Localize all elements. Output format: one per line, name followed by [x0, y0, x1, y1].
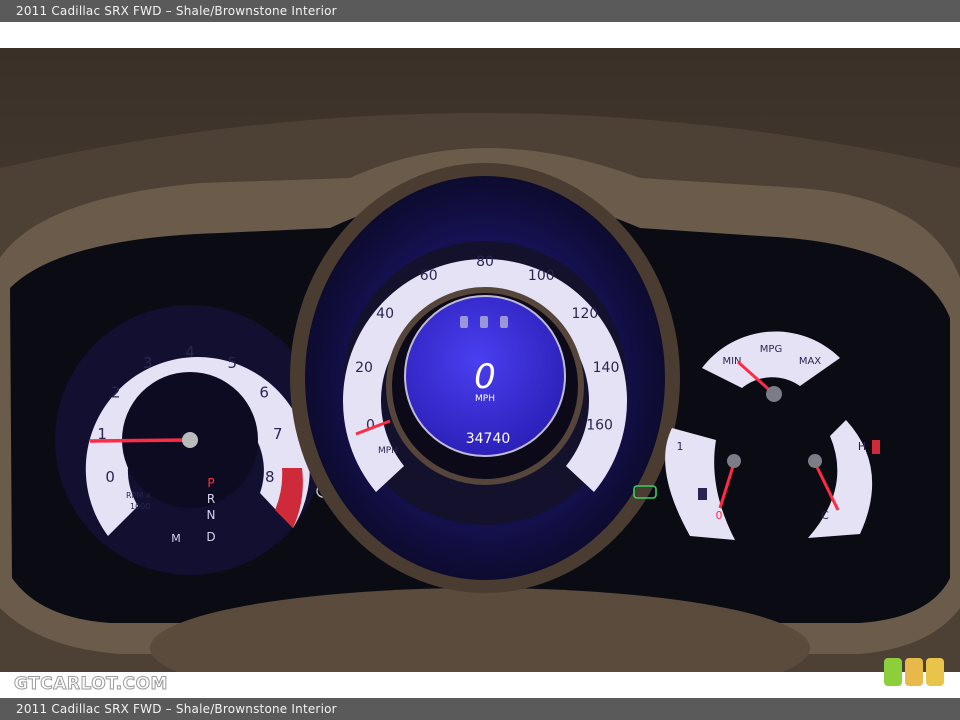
speed-tick-40: 40 [376, 306, 394, 322]
badge-square-2 [905, 658, 923, 686]
seatbelt-indicators [460, 316, 508, 328]
temp-cold: C [821, 509, 829, 522]
speed-tick-80: 80 [476, 254, 494, 270]
speedometer: 020406080100120140160 MPH 0 MPH 34740 [290, 163, 680, 593]
speed-unit: MPH [378, 446, 398, 456]
digital-speed-unit: MPH [475, 394, 495, 404]
speed-tick-100: 100 [528, 268, 555, 284]
badge-square-3 [926, 658, 944, 686]
fuel-pump-icon [698, 488, 707, 500]
top-caption-bar: 2011 Cadillac SRX FWD – Shale/Brownstone… [0, 0, 960, 22]
temp-redzone [872, 440, 880, 454]
gear-m: M [171, 532, 181, 545]
tach-tick-4: 4 [185, 343, 195, 361]
temp-hot: H [858, 440, 866, 453]
speed-tick-120: 120 [572, 306, 599, 322]
tach-tick-7: 7 [273, 425, 283, 443]
digital-speed: 0 [474, 357, 496, 397]
tach-tick-0: 0 [105, 468, 115, 486]
speed-tick-140: 140 [593, 360, 620, 376]
odometer: 34740 [466, 431, 511, 447]
gear-d: D [206, 530, 215, 544]
tach-tick-2: 2 [111, 384, 121, 402]
instrument-cluster-photo: 012345678 RPM x 1000 P R N D M 0 20 40 60 80… [0, 48, 960, 672]
tach-unit-2: 1000 [130, 502, 150, 511]
watermark-logo: GTCARLOT.COM [14, 674, 168, 695]
fuel-full: 1 [677, 440, 684, 453]
speed-tick-160: 160 [586, 418, 613, 434]
gear-r: R [207, 492, 215, 506]
bottom-caption: 2011 Cadillac SRX FWD – Shale/Brownstone… [16, 702, 337, 716]
badge-square-1 [884, 658, 902, 686]
tach-needle-hub [182, 432, 198, 448]
tach-tick-6: 6 [259, 384, 269, 402]
fuel-empty: 0 [716, 509, 723, 522]
gear-p: P [207, 476, 214, 490]
speed-tick-60: 60 [420, 268, 438, 284]
tach-unit-1: RPM x [126, 491, 151, 500]
gear-n: N [207, 508, 216, 522]
top-caption: 2011 Cadillac SRX FWD – Shale/Brownstone… [16, 4, 337, 18]
tach-tick-3: 3 [143, 354, 153, 372]
tach-tick-8: 8 [265, 468, 275, 486]
speed-tick-20: 20 [355, 360, 373, 376]
mpg-max: MAX [799, 356, 821, 367]
brand-badge [884, 658, 946, 688]
tach-tick-5: 5 [228, 354, 238, 372]
tach-needle [89, 438, 191, 443]
mpg-label: MPG [760, 344, 782, 355]
bottom-caption-bar: 2011 Cadillac SRX FWD – Shale/Brownstone… [0, 698, 960, 720]
